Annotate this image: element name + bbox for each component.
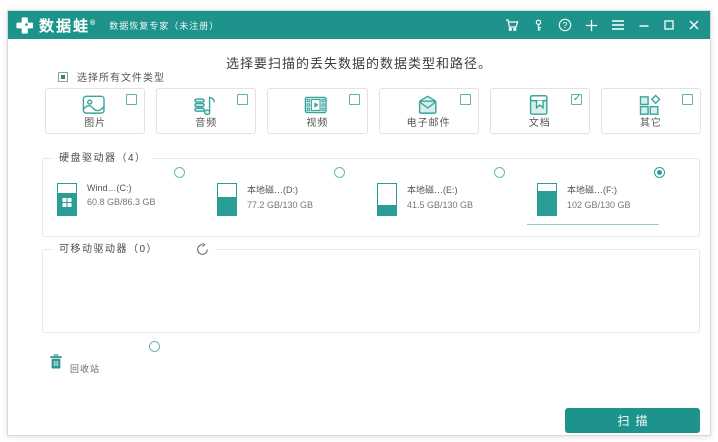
- video-checkbox[interactable]: [348, 94, 360, 105]
- drive-f-radio[interactable]: [654, 167, 665, 178]
- trash-icon: [49, 353, 63, 370]
- trademark-mark: ®: [90, 19, 98, 27]
- file-type-label: 图片: [84, 118, 107, 129]
- plus-icon[interactable]: [585, 19, 598, 32]
- key-icon[interactable]: [532, 19, 545, 32]
- file-type-label: 其它: [639, 118, 662, 129]
- close-icon[interactable]: [688, 19, 700, 31]
- drive-info: 本地磁…(E:) 41.5 GB/130 GB: [407, 173, 535, 210]
- hard-drives-legend: 硬盘驱动器（4）: [53, 152, 153, 165]
- drive-item-f[interactable]: 本地磁…(F:) 102 GB/130 GB: [527, 167, 695, 227]
- removable-drives-legend: 可移动驱动器（0）: [53, 243, 216, 256]
- windows-logo-icon: [62, 198, 72, 207]
- drive-item-d[interactable]: 本地磁…(D:) 77.2 GB/130 GB: [215, 167, 375, 227]
- app-subtitle: 数据恢复专家（未注册）: [109, 20, 220, 31]
- drive-info: Wind…(C:) 60.8 GB/86.3 GB: [87, 173, 215, 207]
- file-type-card-video[interactable]: 视频: [267, 88, 368, 134]
- drive-d-radio[interactable]: [334, 167, 345, 178]
- removable-drives-label: 可移动驱动器（0）: [59, 244, 159, 255]
- drive-c-radio[interactable]: [174, 167, 185, 178]
- svg-text:?: ?: [563, 20, 568, 30]
- file-type-label: 视频: [306, 118, 329, 129]
- menu-icon[interactable]: [611, 19, 625, 31]
- drive-info: 本地磁…(F:) 102 GB/130 GB: [567, 173, 695, 210]
- drive-e-radio[interactable]: [494, 167, 505, 178]
- app-logo-icon: [15, 16, 34, 35]
- images-checkbox[interactable]: [126, 94, 138, 105]
- indeterminate-checkbox-icon: [58, 71, 68, 82]
- drive-item-e[interactable]: 本地磁…(E:) 41.5 GB/130 GB: [375, 167, 535, 227]
- minimize-icon[interactable]: [638, 19, 650, 31]
- drive-capacity-icon: [377, 183, 397, 216]
- file-type-card-other[interactable]: 其它: [600, 88, 702, 134]
- drive-item-c[interactable]: Wind…(C:) 60.8 GB/86.3 GB: [55, 167, 215, 227]
- drive-capacity-icon: [57, 183, 77, 216]
- recycle-bin-label: 回收站: [70, 364, 101, 374]
- drive-name: 本地磁…(D:): [247, 185, 298, 195]
- other-checkbox[interactable]: [682, 94, 694, 105]
- titlebar-actions: ?: [505, 18, 700, 32]
- drive-capacity: 60.8 GB/86.3 GB: [87, 197, 156, 207]
- removable-drives-section: 可移动驱动器（0）: [42, 243, 700, 333]
- cart-icon[interactable]: [505, 18, 519, 32]
- documents-checkbox[interactable]: [570, 93, 582, 105]
- file-type-label: 音频: [195, 118, 218, 129]
- file-type-cards: 图片 音频 视频 电子邮件 ✓ 文档 其它: [45, 88, 702, 134]
- drive-info: 本地磁…(D:) 77.2 GB/130 GB: [247, 173, 375, 210]
- refresh-icon[interactable]: [196, 243, 209, 256]
- file-type-label: 文档: [528, 118, 551, 129]
- file-type-label: 电子邮件: [406, 118, 451, 129]
- file-type-card-audio[interactable]: 音频: [156, 88, 257, 134]
- drive-name: 本地磁…(E:): [407, 185, 458, 195]
- drive-name: Wind…(C:): [87, 183, 132, 193]
- titlebar: 数据蛙® 数据恢复专家（未注册） ?: [8, 11, 710, 39]
- scan-button[interactable]: 扫描: [565, 408, 700, 433]
- drive-name: 本地磁…(F:): [567, 185, 617, 195]
- app-window: 数据蛙® 数据恢复专家（未注册） ? 选择要扫描的丢失数据的数据类型和路径。 选…: [7, 10, 711, 436]
- hard-drives-list: Wind…(C:) 60.8 GB/86.3 GB 本地磁…(D:) 77.2 …: [43, 159, 699, 227]
- select-all-label: 选择所有文件类型: [77, 73, 165, 84]
- hard-drives-section: 硬盘驱动器（4） Wind…(C:) 60.8 GB/86.3 GB 本地磁…(…: [42, 152, 700, 237]
- drive-capacity: 77.2 GB/130 GB: [247, 200, 314, 210]
- file-type-card-email[interactable]: 电子邮件: [378, 88, 479, 134]
- drive-capacity-icon: [537, 183, 557, 216]
- file-type-card-images[interactable]: 图片: [45, 88, 146, 134]
- app-logo-text: 数据蛙®: [39, 17, 98, 35]
- file-type-card-documents[interactable]: 文档: [489, 88, 590, 134]
- drive-capacity: 41.5 GB/130 GB: [407, 200, 474, 210]
- drive-capacity-icon: [217, 183, 237, 216]
- select-all-checkbox[interactable]: 选择所有文件类型: [58, 69, 165, 84]
- screen: 数据蛙® 数据恢复专家（未注册） ? 选择要扫描的丢失数据的数据类型和路径。 选…: [0, 0, 718, 442]
- recycle-bin-radio[interactable]: [149, 341, 160, 352]
- recycle-bin-item[interactable]: 回收站: [42, 341, 177, 385]
- drive-capacity: 102 GB/130 GB: [567, 200, 631, 210]
- help-icon[interactable]: ?: [558, 18, 572, 32]
- maximize-icon[interactable]: [663, 19, 675, 31]
- audio-checkbox[interactable]: [237, 94, 249, 105]
- email-checkbox[interactable]: [459, 94, 471, 105]
